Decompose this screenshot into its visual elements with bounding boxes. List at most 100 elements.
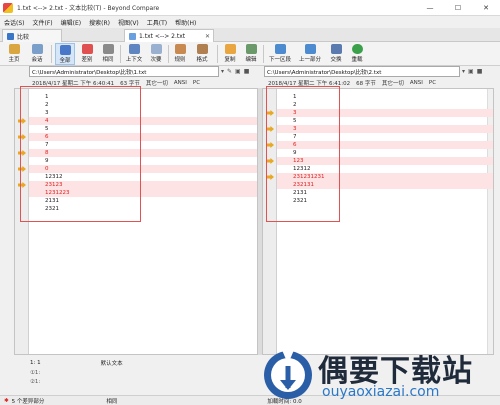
home-icon <box>8 44 20 54</box>
ruler-left: ①1: <box>30 369 41 376</box>
minor-label: 次要 <box>150 57 162 63</box>
format-button[interactable]: 格式 <box>191 43 213 65</box>
tab-label: 1.txt <--> 2.txt <box>139 32 186 40</box>
maximize-button[interactable]: ☐ <box>444 0 472 16</box>
edit-button[interactable]: 编辑 <box>242 43 260 65</box>
right-save-icon[interactable]: ■ <box>477 68 483 75</box>
swap-label: 交换 <box>330 57 342 63</box>
show-same-label: 相同 <box>102 57 114 63</box>
next-section-icon <box>274 44 286 54</box>
edit-icon <box>245 44 257 54</box>
tab-label: 比较 <box>17 33 30 41</box>
right-dropdown-icon[interactable]: ▾ <box>462 68 465 75</box>
copy-label: 复制 <box>224 57 236 63</box>
show-all-icon <box>59 45 71 55</box>
show-all-label: 全部 <box>59 58 71 64</box>
toolbar: 主页 会话 全部 差别 相同 上下文 次要 规则 格式 复制 编辑 下一区段 上… <box>0 42 500 66</box>
next-section-button[interactable]: 下一区段 <box>266 43 294 65</box>
toolbar-separator <box>217 45 218 63</box>
left-path-controls: ▾ ✎ ▣ ■ <box>221 66 252 77</box>
right-other[interactable]: 其它一切 <box>382 79 404 87</box>
right-path-controls: ▾ ▣ ■ <box>462 66 485 77</box>
format-label: 格式 <box>196 57 208 63</box>
context-button[interactable]: 上下文 <box>123 43 145 65</box>
show-diffs-label: 差别 <box>81 57 93 63</box>
rules-button[interactable]: 规则 <box>171 43 189 65</box>
position-status: 1: 1 默认文本 <box>30 358 260 367</box>
show-same-icon <box>102 44 114 54</box>
minor-icon <box>150 44 162 54</box>
left-encoding[interactable]: ANSI <box>174 80 187 86</box>
left-lineend[interactable]: PC <box>193 80 200 86</box>
right-highlight-box <box>266 86 340 222</box>
session-button[interactable]: 会话 <box>27 43 47 65</box>
home-label: 主页 <box>8 57 20 63</box>
left-edit-icon[interactable]: ✎ <box>227 68 232 75</box>
copy-arrow-icon <box>224 44 236 54</box>
diff-count-icon: ✱ <box>4 397 9 404</box>
prev-section-button[interactable]: 上一部分 <box>296 43 324 65</box>
rules-label: 规则 <box>174 57 186 63</box>
show-diffs-button[interactable]: 差别 <box>78 43 96 65</box>
toolbar-separator <box>263 45 264 63</box>
show-same-button[interactable]: 相同 <box>99 43 117 65</box>
close-tab-button[interactable]: ✕ <box>205 33 210 40</box>
reload-label: 重载 <box>351 57 363 63</box>
prev-section-icon <box>304 44 316 54</box>
title-bar: 1.txt <--> 2.txt - 文本比较(T) - Beyond Comp… <box>0 0 500 16</box>
tab-compare[interactable]: 比较 <box>2 29 62 42</box>
context-label: 上下文 <box>125 57 143 63</box>
text-compare-icon <box>129 32 136 40</box>
minimize-button[interactable]: — <box>416 0 444 16</box>
show-all-button[interactable]: 全部 <box>55 43 75 65</box>
same-status: 相同 <box>106 398 118 405</box>
menu-file[interactable]: 文件(F) <box>33 18 53 27</box>
window-title: 1.txt <--> 2.txt - 文本比较(T) - Beyond Comp… <box>17 5 160 12</box>
copy-button[interactable]: 复制 <box>221 43 239 65</box>
menu-help[interactable]: 帮助(H) <box>175 18 196 27</box>
prev-section-label: 上一部分 <box>298 57 321 63</box>
right-folder-icon[interactable]: ▣ <box>468 68 474 75</box>
folder-compare-icon <box>7 32 14 40</box>
home-button[interactable]: 主页 <box>6 43 22 65</box>
text-mode: 默认文本 <box>100 360 123 367</box>
right-size: 68 字节 <box>356 80 376 87</box>
swap-button[interactable]: 交换 <box>327 43 345 65</box>
show-diffs-icon <box>81 44 93 54</box>
beyond-compare-app-icon <box>3 2 13 13</box>
menu-view[interactable]: 视图(V) <box>118 18 139 27</box>
swap-icon <box>330 44 342 54</box>
format-icon <box>196 44 208 54</box>
left-dropdown-icon[interactable]: ▾ <box>221 68 224 75</box>
menu-edit[interactable]: 编辑(E) <box>61 18 81 27</box>
right-lineend[interactable]: PC <box>429 80 436 86</box>
left-folder-icon[interactable]: ▣ <box>235 68 241 75</box>
right-path-input[interactable]: C:\Users\Administrator\Desktop\比较\2.txt <box>264 66 460 77</box>
reload-button[interactable]: 重载 <box>348 43 366 65</box>
cursor-position: 1: 1 <box>30 359 41 366</box>
right-encoding[interactable]: ANSI <box>410 80 423 86</box>
left-other[interactable]: 其它一切 <box>146 79 168 87</box>
left-path-input[interactable]: C:\Users\Administrator\Desktop\比较\1.txt <box>29 66 219 77</box>
menu-session[interactable]: 会话(S) <box>4 18 25 27</box>
watermark-url: ouyaoxiazai.com <box>322 384 440 400</box>
ruler-right: ②1: <box>30 378 41 385</box>
close-window-button[interactable]: ✕ <box>472 0 500 16</box>
menu-bar: 会话(S) 文件(F) 编辑(E) 搜索(R) 视图(V) 工具(T) 帮助(H… <box>0 16 500 28</box>
watermark-logo <box>264 350 312 399</box>
menu-search[interactable]: 搜索(R) <box>89 18 110 27</box>
edit-label: 编辑 <box>245 57 257 63</box>
tab-text-compare[interactable]: 1.txt <--> 2.txt ✕ <box>124 29 214 42</box>
next-section-label: 下一区段 <box>268 57 291 63</box>
reload-icon <box>351 44 363 54</box>
left-save-icon[interactable]: ■ <box>244 68 250 75</box>
window-controls: — ☐ ✕ <box>416 0 500 16</box>
rules-person-icon <box>174 44 186 54</box>
menu-tools[interactable]: 工具(T) <box>147 18 167 27</box>
session-label: 会话 <box>31 57 43 63</box>
minor-button[interactable]: 次要 <box>147 43 165 65</box>
tab-bar: 比较 1.txt <--> 2.txt ✕ <box>0 28 500 42</box>
diff-count: 5 个差异部分 <box>11 398 45 405</box>
left-highlight-box <box>20 86 141 222</box>
toolbar-separator <box>51 45 52 63</box>
